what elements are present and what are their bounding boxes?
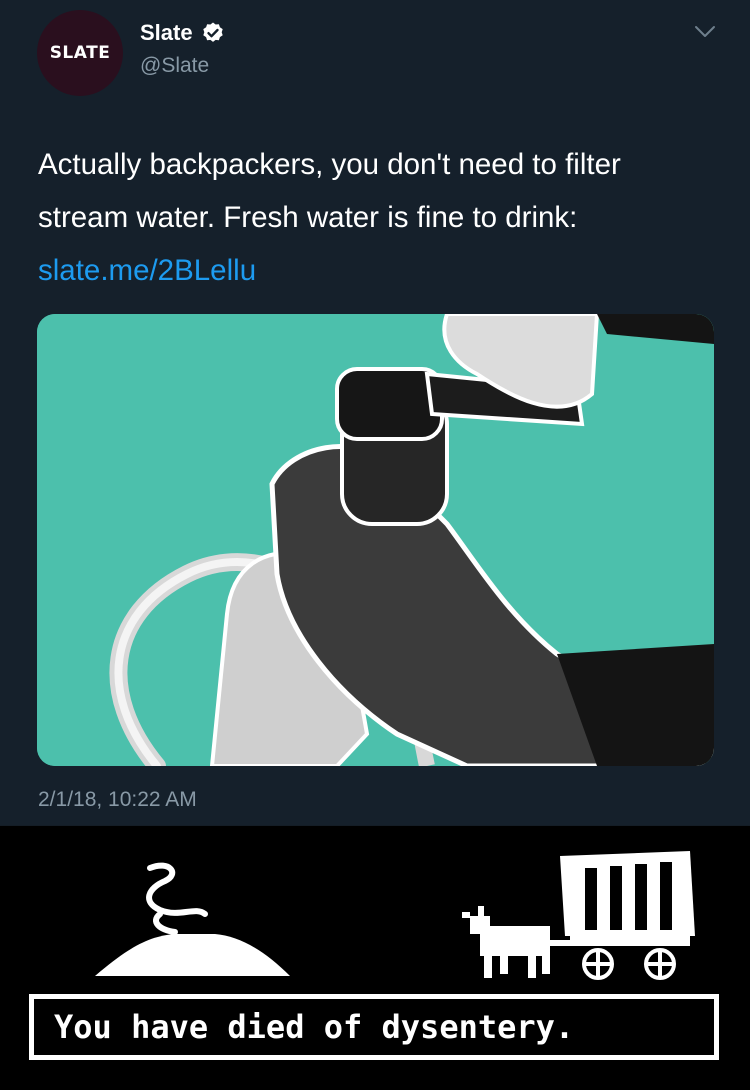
user-handle[interactable]: @Slate [140, 54, 209, 78]
tweet-card[interactable]: SLATE Slate @Slate Actually backpackers,… [0, 0, 750, 825]
avatar[interactable]: SLATE [37, 10, 123, 96]
verified-badge-icon [202, 22, 223, 42]
tweet-body: Actually backpackers, you don't need to … [38, 148, 621, 234]
display-name[interactable]: Slate [140, 20, 193, 46]
tweet-link[interactable]: slate.me/2BLellu [38, 254, 256, 287]
dysentery-meme: You have died of dysentery. [0, 826, 750, 1090]
tweet-timestamp[interactable]: 2/1/18, 10:22 AM [38, 788, 197, 812]
death-message: You have died of dysentery. [54, 1008, 575, 1046]
tweet-photo[interactable] [37, 314, 714, 766]
display-name-row: Slate [140, 20, 225, 46]
chevron-down-icon[interactable] [694, 24, 716, 40]
oregon-trail-scene [95, 851, 695, 980]
death-message-box: You have died of dysentery. [29, 994, 719, 1060]
avatar-logo-text: SLATE [49, 43, 111, 63]
tweet-text: Actually backpackers, you don't need to … [38, 138, 698, 297]
water-filter-photo [37, 314, 714, 766]
